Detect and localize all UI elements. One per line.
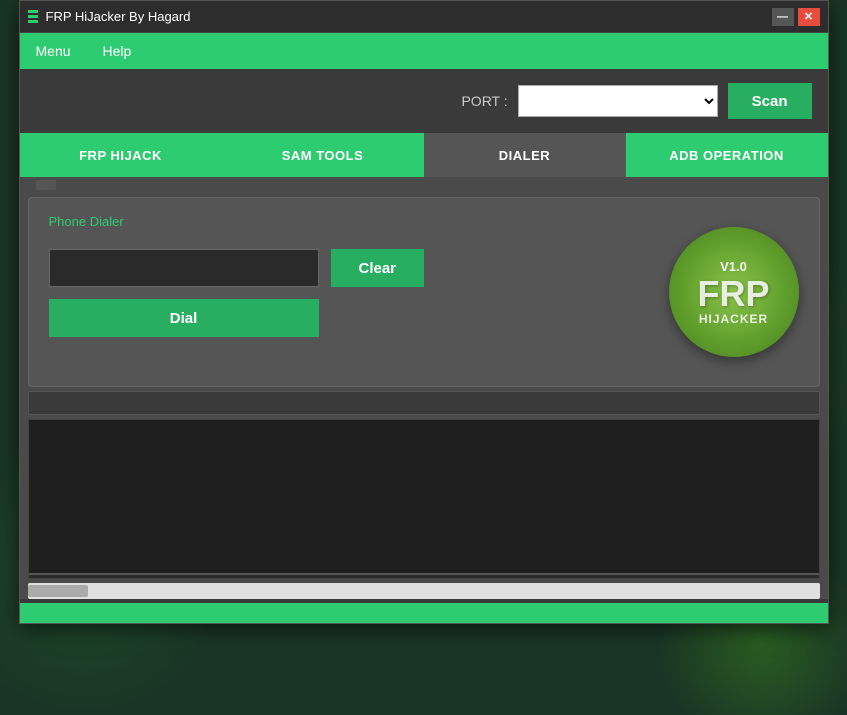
bottom-bar xyxy=(20,603,828,623)
port-section: PORT : Scan xyxy=(20,69,828,133)
title-bar-controls: — ✕ xyxy=(772,8,820,26)
menu-item-menu[interactable]: Menu xyxy=(28,39,79,63)
title-bar: FRP HiJacker By Hagard — ✕ xyxy=(20,1,828,33)
tab-dialer[interactable]: DIALER xyxy=(424,133,626,177)
window-title: FRP HiJacker By Hagard xyxy=(46,9,191,24)
app-icon xyxy=(28,10,38,23)
panel-label: Phone Dialer xyxy=(49,214,799,229)
minimize-button[interactable]: — xyxy=(772,8,794,26)
indicator-dot xyxy=(36,180,56,190)
dial-button[interactable]: Dial xyxy=(49,299,319,337)
logo-version: V1.0 xyxy=(720,259,747,274)
port-select[interactable] xyxy=(518,85,718,117)
dialer-input[interactable] xyxy=(49,249,319,287)
log-area xyxy=(28,419,820,579)
close-button[interactable]: ✕ xyxy=(798,8,820,26)
logo-sub: HIJACKER xyxy=(699,312,768,326)
log-content xyxy=(29,420,819,575)
port-label: PORT : xyxy=(461,93,507,109)
dialer-panel: Phone Dialer Clear Dial V1.0 FRP HIJACKE… xyxy=(28,197,820,387)
scrollbar-area[interactable] xyxy=(28,583,820,599)
clear-button[interactable]: Clear xyxy=(331,249,425,287)
content-area: Phone Dialer Clear Dial V1.0 FRP HIJACKE… xyxy=(20,177,828,599)
tab-indicator xyxy=(20,177,828,193)
tab-frp-hijack[interactable]: FRP HIJACK xyxy=(20,133,222,177)
menu-bar: Menu Help xyxy=(20,33,828,69)
tab-sam-tools[interactable]: SAM TOOLS xyxy=(222,133,424,177)
status-bar xyxy=(28,391,820,415)
frp-logo: V1.0 FRP HIJACKER xyxy=(669,227,799,357)
scan-button[interactable]: Scan xyxy=(728,83,812,119)
tab-adb-operation[interactable]: ADB OPERATION xyxy=(626,133,828,177)
title-bar-left: FRP HiJacker By Hagard xyxy=(28,9,191,24)
scrollbar-thumb[interactable] xyxy=(28,585,88,597)
menu-item-help[interactable]: Help xyxy=(95,39,140,63)
logo-frp: FRP xyxy=(698,276,770,312)
tabs-bar: FRP HIJACK SAM TOOLS DIALER ADB OPERATIO… xyxy=(20,133,828,177)
app-window: FRP HiJacker By Hagard — ✕ Menu Help POR… xyxy=(19,0,829,624)
